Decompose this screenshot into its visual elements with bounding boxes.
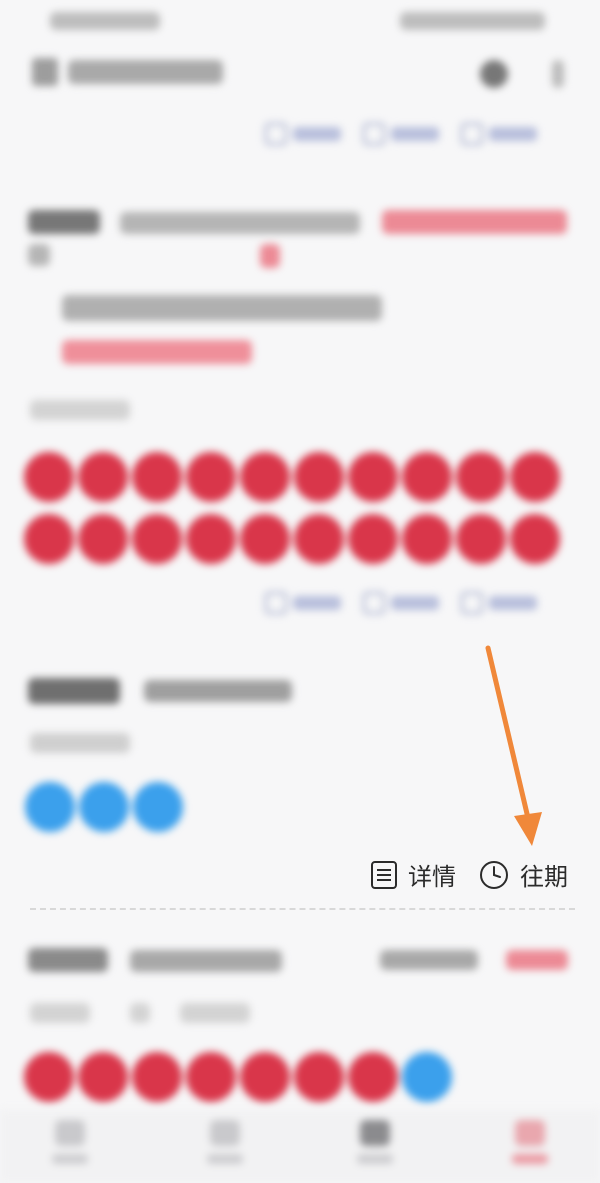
detail-link[interactable]	[265, 123, 341, 145]
detail-button[interactable]: 详情	[370, 857, 456, 892]
section-label-2	[30, 733, 130, 753]
section-label	[30, 400, 130, 420]
clock-icon	[480, 860, 508, 889]
dashed-divider	[30, 908, 575, 910]
chart-link-2[interactable]	[363, 592, 439, 614]
notice-highlight	[62, 340, 252, 364]
chart-link[interactable]	[363, 123, 439, 145]
annotation-arrow	[485, 645, 542, 846]
detail-label: 详情	[408, 863, 456, 891]
search-icon[interactable]	[480, 60, 508, 88]
tab-news[interactable]	[200, 1120, 250, 1175]
prize-badge	[382, 210, 567, 234]
history-label: 往期	[520, 863, 568, 891]
lottery-name-2	[28, 678, 120, 704]
bottom-tab-bar	[0, 1110, 600, 1183]
list-document-icon	[371, 860, 397, 889]
notice-text	[62, 295, 382, 321]
issue-number	[120, 212, 360, 234]
issue-number-3	[130, 950, 282, 972]
link-group-middle	[265, 592, 537, 614]
more-icon[interactable]	[552, 60, 564, 88]
pool-label	[380, 950, 478, 970]
header-title	[68, 60, 223, 84]
pool-value	[506, 950, 568, 970]
history-link-2[interactable]	[461, 592, 537, 614]
lottery-name-3	[28, 948, 108, 972]
history-link[interactable]	[461, 123, 537, 145]
back-icon[interactable]	[32, 58, 58, 86]
tab-home[interactable]	[45, 1120, 95, 1175]
link-group-top	[265, 123, 537, 145]
tab-draws[interactable]	[505, 1120, 555, 1175]
draw-time	[28, 244, 50, 266]
lottery-name	[28, 210, 100, 234]
tab-tools[interactable]	[350, 1120, 400, 1175]
history-button[interactable]: 往期	[478, 857, 568, 892]
detail-link-2[interactable]	[265, 592, 341, 614]
issue-number-2	[144, 680, 292, 702]
